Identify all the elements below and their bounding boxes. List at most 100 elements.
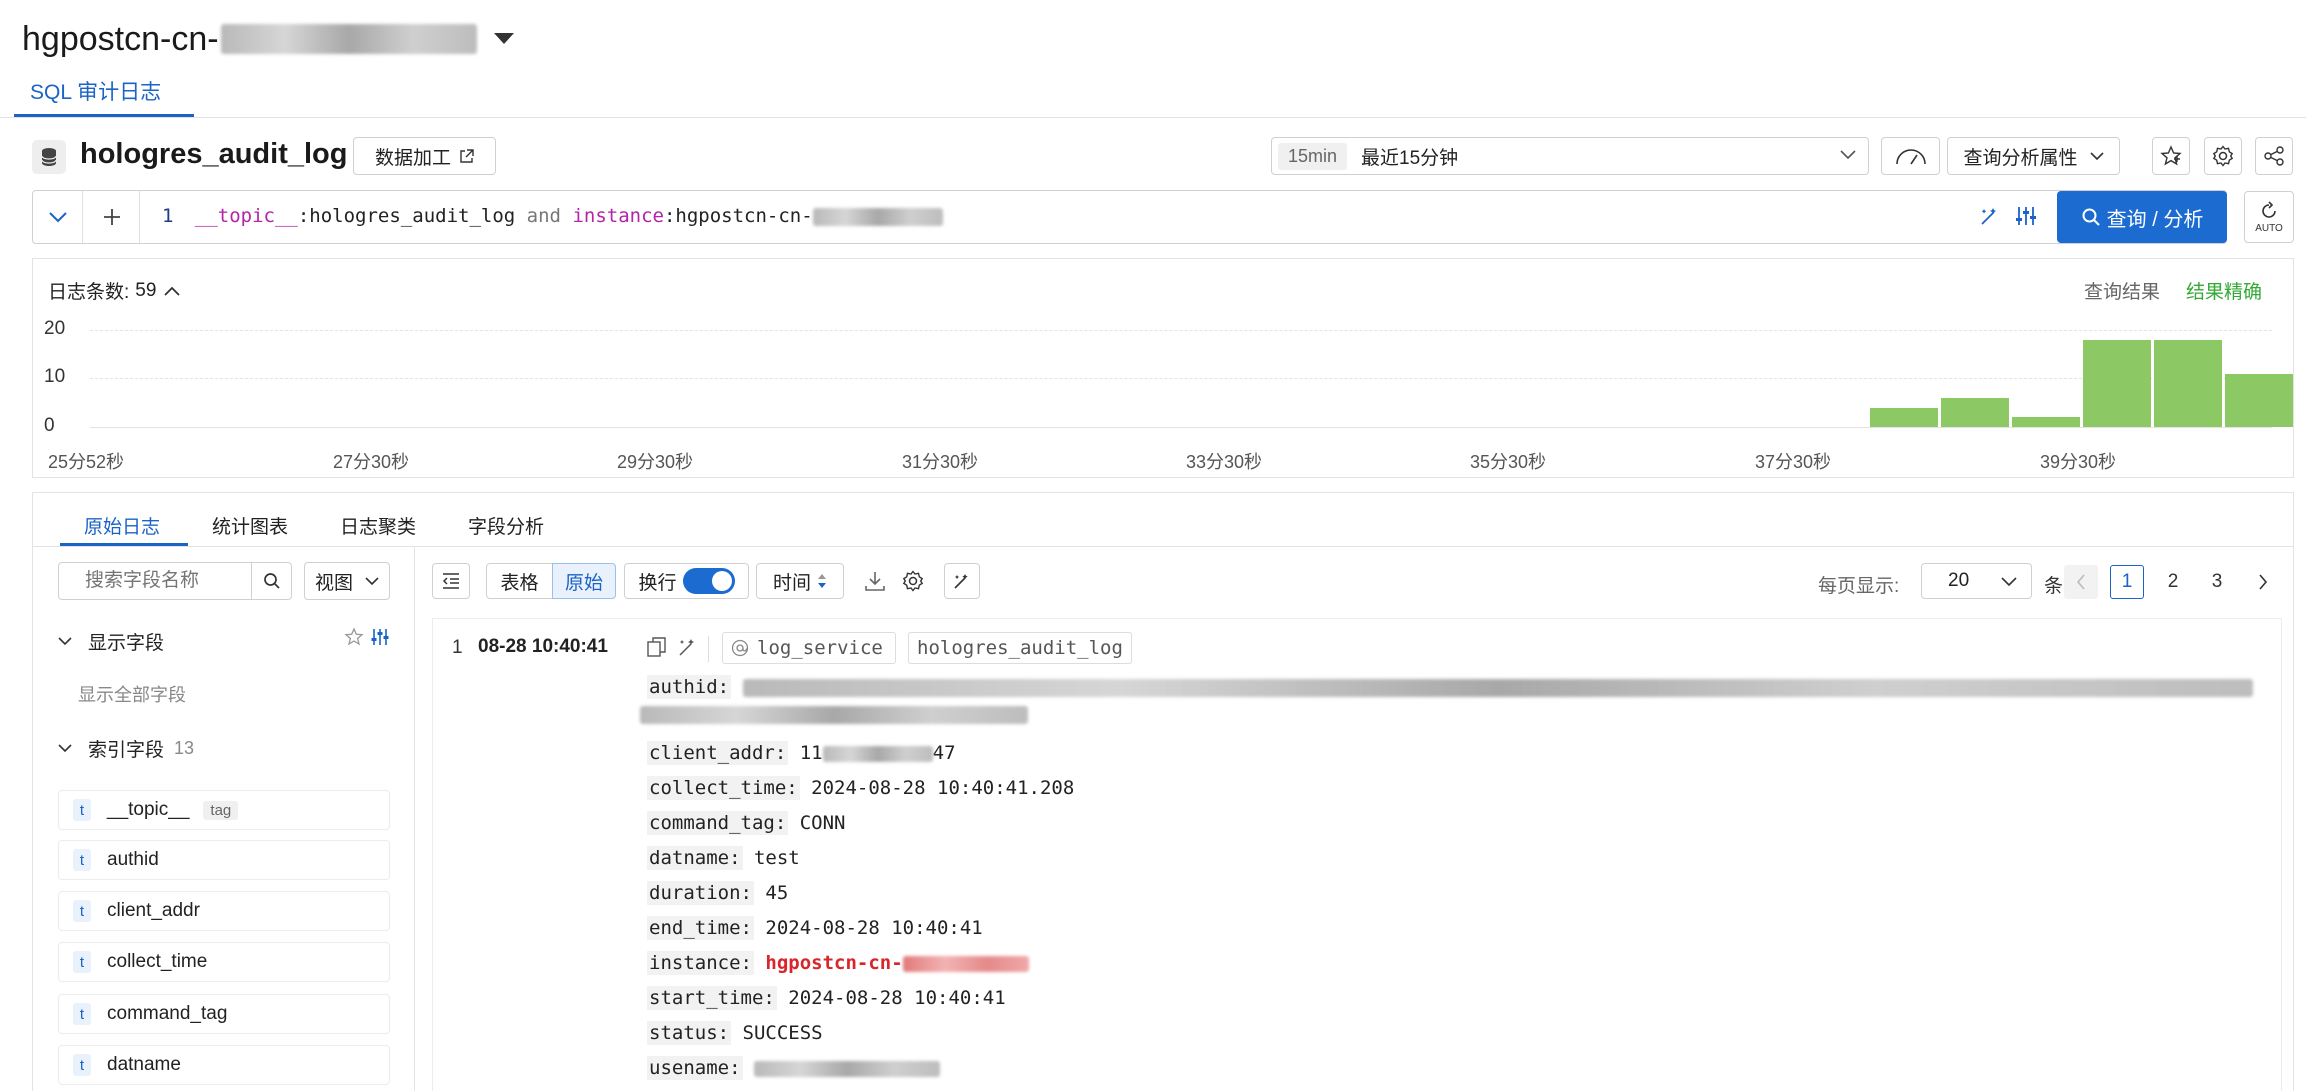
field-name: collect_time [107, 951, 208, 972]
chevron-up-icon [164, 286, 181, 296]
histogram-bar[interactable] [1941, 398, 2009, 427]
index-fields-toggle[interactable]: 索引字段 13 [58, 735, 194, 762]
star-icon [344, 627, 364, 647]
page-2-button[interactable]: 2 [2156, 565, 2190, 599]
grid-line [90, 378, 2272, 379]
field-collect-time: collect_time: 2024-08-28 10:40:41.208 [647, 776, 1074, 800]
wrap-toggle[interactable]: 换行 [624, 563, 749, 599]
search-analyze-button[interactable]: 查询 / 分析 [2057, 191, 2227, 243]
sidebar-field-datname[interactable]: t datname [58, 1045, 390, 1085]
copy-log-button[interactable] [646, 636, 668, 658]
time-range-label: 最近15分钟 [1361, 147, 1459, 169]
field-datname: datname: test [647, 846, 800, 870]
favorite-button[interactable] [2152, 137, 2190, 175]
histogram-bar[interactable] [2012, 417, 2080, 427]
sidebar-divider [414, 547, 415, 1091]
text-type-icon: t [73, 849, 91, 871]
per-page-value: 20 [1948, 570, 1970, 591]
field-instance: instance: hgpostcn-cn- [647, 951, 1029, 975]
x-tick-label: 37分30秒 [1755, 452, 1832, 472]
field-search-input[interactable] [59, 563, 251, 599]
display-fields-label: 显示字段 [88, 633, 165, 654]
instance-selector[interactable]: hgpostcn-cn- [22, 14, 515, 64]
query-format-button[interactable] [1978, 204, 2002, 228]
time-sort-button[interactable]: 时间 [756, 563, 844, 599]
log-settings-button[interactable] [902, 570, 924, 592]
auto-refresh-button[interactable]: AUTO [2244, 191, 2294, 243]
display-fields-settings-button[interactable] [370, 627, 390, 647]
page-3-button[interactable]: 3 [2200, 565, 2234, 599]
prev-page-button[interactable] [2064, 565, 2098, 599]
data-process-button[interactable]: 数据加工 [353, 137, 496, 175]
x-axis-line [90, 427, 2272, 428]
sidebar-field-command-tag[interactable]: t command_tag [58, 994, 390, 1034]
tab-sql-audit-log[interactable]: SQL 审计日志 [30, 76, 161, 118]
query-filter-button[interactable] [2014, 204, 2038, 228]
query-and-keyword: and [526, 205, 561, 227]
log-format-button[interactable] [944, 563, 980, 599]
x-tick-label: 39分30秒 [2040, 452, 2117, 472]
page-1-button[interactable]: 1 [2110, 565, 2144, 599]
wrap-switch[interactable] [682, 568, 735, 594]
field-key: duration: [647, 881, 754, 905]
table-view-button[interactable]: 表格 [486, 563, 553, 599]
x-tick-label: 29分30秒 [617, 452, 694, 472]
view-select[interactable]: 视图 [304, 562, 390, 600]
log-count[interactable]: 日志条数: 59 [48, 277, 181, 304]
analysis-props-button[interactable]: 查询分析属性 [1947, 137, 2120, 175]
collapse-sidebar-button[interactable] [432, 563, 470, 599]
instance-title-redacted [220, 24, 477, 54]
tab-raw-log[interactable]: 原始日志 [84, 512, 160, 539]
display-fields-star-button[interactable] [344, 627, 364, 647]
tab-charts[interactable]: 统计图表 [212, 512, 288, 539]
raw-view-button[interactable]: 原始 [552, 563, 616, 599]
histogram-bar[interactable] [2225, 374, 2293, 427]
field-status: status: SUCCESS [647, 1021, 823, 1045]
field-authid: authid: [647, 675, 2253, 699]
tab-log-clustering[interactable]: 日志聚类 [340, 512, 416, 539]
field-key: start_time: [647, 986, 777, 1010]
magic-wand-icon [1978, 204, 2002, 228]
view-select-label: 视图 [314, 572, 353, 594]
chevron-left-icon [2076, 574, 2086, 590]
query-add-button[interactable] [84, 191, 140, 243]
histogram-bar[interactable] [2154, 340, 2222, 427]
share-button[interactable] [2255, 137, 2293, 175]
field-search-button[interactable] [251, 563, 291, 599]
tab-field-analysis[interactable]: 字段分析 [468, 512, 544, 539]
chevron-down-icon [2001, 577, 2017, 587]
field-key: status: [647, 1021, 732, 1045]
histogram-panel [32, 258, 2294, 478]
settings-button[interactable] [2204, 137, 2242, 175]
histogram-bar[interactable] [2083, 340, 2151, 427]
query-collapse-button[interactable] [33, 191, 83, 243]
share-icon [2263, 145, 2285, 167]
sidebar-field-authid[interactable]: t authid [58, 840, 390, 880]
time-range-select[interactable]: 15min 最近15分钟 [1271, 137, 1869, 175]
refresh-speed-button[interactable] [1881, 137, 1940, 175]
x-tick-label: 25分52秒 [48, 452, 125, 472]
collapse-left-icon [441, 572, 461, 590]
log-entry-time: 08-28 10:40:41 [478, 636, 608, 657]
per-page-select[interactable]: 20 [1921, 563, 2032, 599]
log-entry-divider [708, 636, 709, 662]
query-topic-value: :hologres_audit_log [297, 205, 516, 227]
source-tag-label: log_service [757, 637, 883, 659]
sidebar-field-client-addr[interactable]: t client_addr [58, 891, 390, 931]
download-button[interactable] [864, 570, 886, 592]
gear-icon [2212, 145, 2234, 167]
log-entry-format-button[interactable] [677, 636, 699, 658]
sidebar-field-collect-time[interactable]: t collect_time [58, 942, 390, 982]
instance-value-redacted [902, 955, 1029, 972]
field-key: usename: [647, 1056, 743, 1080]
show-all-fields-link[interactable]: 显示全部字段 [78, 681, 186, 707]
gear-icon [902, 570, 924, 592]
sidebar-field-topic[interactable]: t __topic__ tag [58, 790, 390, 830]
chevron-down-icon [493, 32, 515, 46]
field-value: CONN [799, 812, 846, 834]
histogram-bar[interactable] [1870, 408, 1938, 427]
log-count-value: 59 [135, 279, 157, 301]
next-page-button[interactable] [2246, 565, 2280, 599]
display-fields-toggle[interactable]: 显示字段 [58, 628, 164, 655]
query-text[interactable]: 1 __topic__:hologres_audit_log and insta… [162, 205, 943, 227]
